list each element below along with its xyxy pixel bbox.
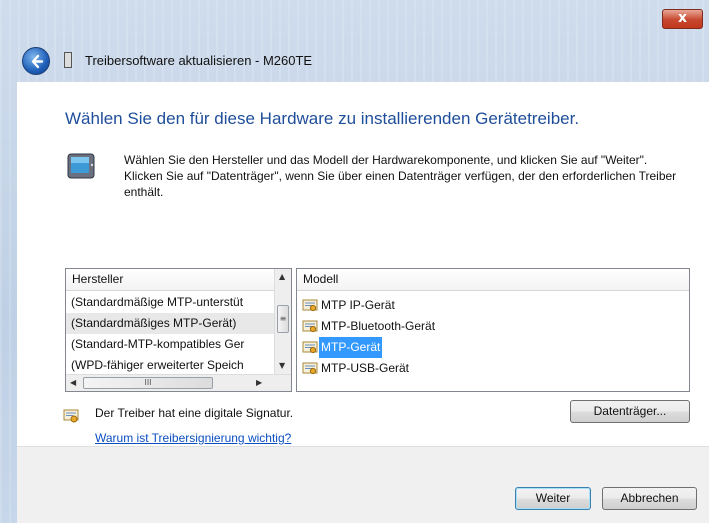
scroll-right-arrow-icon[interactable]: ▶ — [256, 378, 262, 387]
manufacturer-horizontal-scrollbar[interactable]: ◀ III ▶ — [66, 374, 291, 391]
manufacturer-list[interactable]: Hersteller (Standardmäßige MTP-unterstüt… — [65, 268, 292, 392]
button-bar: Weiter Abbrechen — [17, 446, 709, 523]
content-area: Wählen Sie den für diese Hardware zu ins… — [17, 82, 709, 446]
vertical-scroll-thumb[interactable]: ≡ — [277, 305, 289, 333]
device-icon — [67, 153, 95, 179]
list-item[interactable]: (Standardmäßige MTP-unterstüt — [66, 292, 291, 313]
manufacturer-vertical-scrollbar[interactable]: ▲ ≡ ▼ — [274, 269, 291, 374]
driver-signing-help-link[interactable]: Warum ist Treibersignierung wichtig? — [95, 431, 291, 445]
certificate-icon — [302, 299, 318, 311]
scroll-left-arrow-icon[interactable]: ◀ — [70, 378, 76, 387]
list-item[interactable]: (Standard-MTP-kompatibles Ger — [66, 334, 291, 355]
manufacturer-list-header[interactable]: Hersteller — [66, 269, 291, 291]
close-button[interactable]: x — [662, 9, 703, 29]
model-list-header[interactable]: Modell — [297, 269, 689, 291]
list-item-label: MTP-USB-Gerät — [321, 361, 410, 375]
next-button[interactable]: Weiter — [515, 487, 591, 510]
wizard-header: Treibersoftware aktualisieren - M260TE — [15, 43, 705, 79]
certificate-icon — [63, 409, 79, 423]
list-item-label: MTP-Bluetooth-Gerät — [321, 319, 436, 333]
cancel-button[interactable]: Abbrechen — [602, 487, 697, 510]
back-button[interactable] — [22, 47, 50, 75]
model-list[interactable]: Modell MTP IP-Gerät MTP-Bluetooth-Gerät … — [296, 268, 690, 392]
list-item[interactable]: (WPD-fähiger erweiterter Speich — [66, 355, 291, 376]
scroll-down-arrow-icon[interactable]: ▼ — [279, 361, 285, 370]
list-item[interactable]: MTP IP-Gerät — [297, 295, 689, 316]
back-arrow-icon — [31, 54, 44, 69]
page-heading: Wählen Sie den für diese Hardware zu ins… — [65, 109, 580, 128]
list-item-label: MTP-Gerät — [319, 337, 383, 358]
title-bar: x — [0, 0, 709, 38]
horizontal-scroll-thumb[interactable]: III — [83, 377, 213, 389]
list-item[interactable]: (Standardmäßiges MTP-Gerät) — [66, 313, 291, 334]
certificate-icon — [302, 320, 318, 332]
dialog-window: x Treibersoftware aktualisieren - M260TE… — [0, 0, 709, 523]
list-item-label: MTP IP-Gerät — [321, 298, 395, 312]
list-item[interactable]: MTP-USB-Gerät — [297, 358, 689, 379]
device-small-icon — [64, 52, 72, 68]
manufacturer-items: (Standardmäßige MTP-unterstüt (Standardm… — [66, 291, 291, 376]
model-items: MTP IP-Gerät MTP-Bluetooth-Gerät MTP-Ger… — [297, 291, 689, 379]
list-item[interactable]: MTP-Bluetooth-Gerät — [297, 316, 689, 337]
certificate-icon — [302, 362, 318, 374]
signature-status-text: Der Treiber hat eine digitale Signatur. — [95, 406, 294, 420]
window-title: Treibersoftware aktualisieren - M260TE — [85, 53, 313, 68]
page-description: Wählen Sie den Hersteller und das Modell… — [124, 153, 677, 199]
scroll-corner — [274, 375, 291, 391]
list-item[interactable]: MTP-Gerät — [297, 337, 689, 358]
scroll-up-arrow-icon[interactable]: ▲ — [279, 272, 285, 281]
certificate-icon — [302, 341, 318, 353]
have-disk-button[interactable]: Datenträger... — [570, 400, 690, 423]
